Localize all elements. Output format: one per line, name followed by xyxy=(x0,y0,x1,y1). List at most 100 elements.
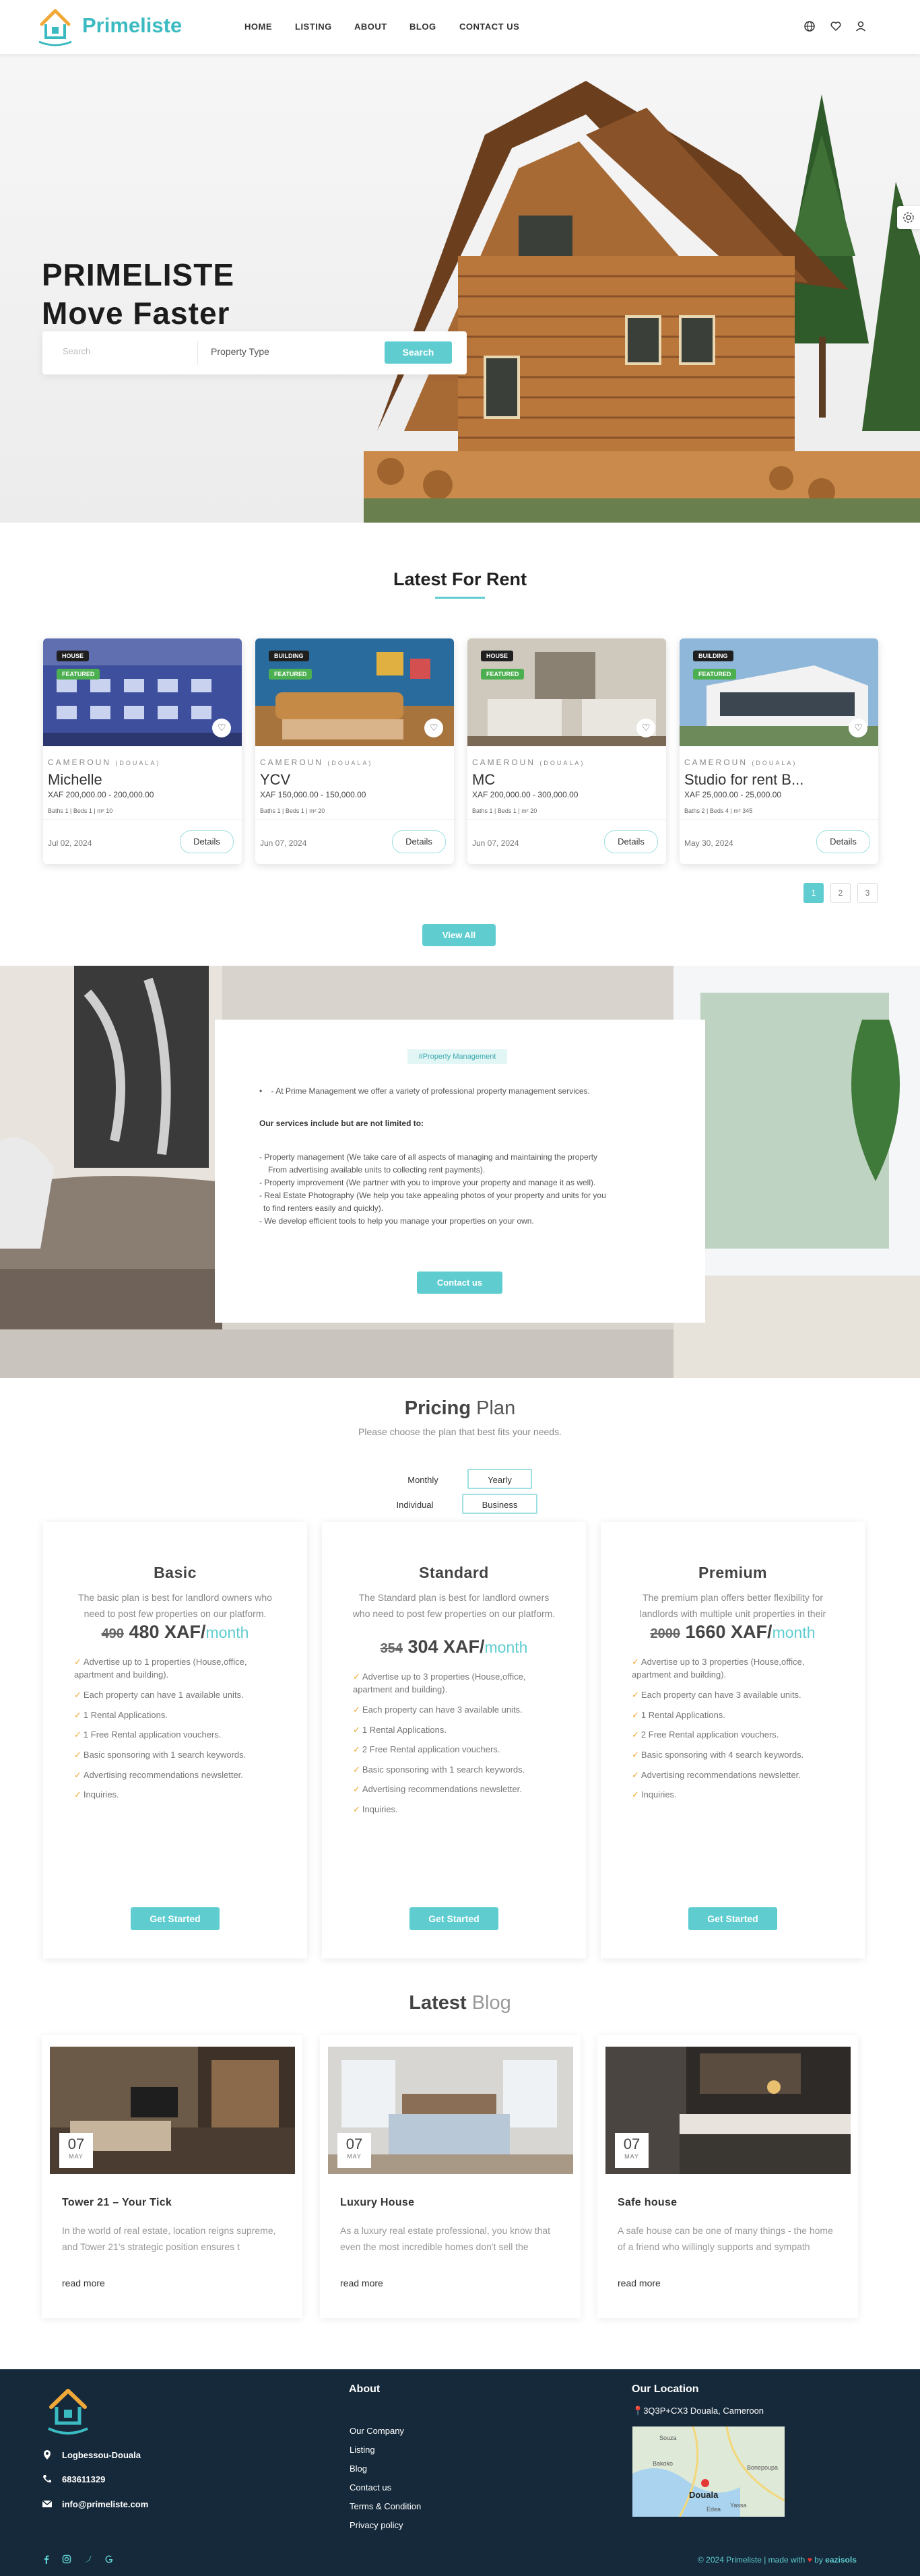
plan-feature: ✓ Advertising recommendations newsletter. xyxy=(74,1770,243,1780)
favorite-button[interactable]: ♡ xyxy=(636,719,655,737)
page-button-2[interactable]: 2 xyxy=(830,883,851,903)
search-input[interactable]: Search xyxy=(63,346,90,356)
toggle-yearly[interactable]: Yearly xyxy=(467,1469,532,1489)
plan-feature: ✓ Advertise up to 1 properties (House,off… xyxy=(74,1657,247,1680)
card-name[interactable]: YCV xyxy=(260,771,381,789)
details-button[interactable]: Details xyxy=(816,830,870,853)
location-map[interactable]: Douala Bakoko Bonepoupa Edea Souza Yassa xyxy=(632,2426,785,2517)
get-started-button[interactable]: Get Started xyxy=(688,1907,777,1930)
nav-contact[interactable]: CONTACT US xyxy=(459,22,519,32)
type-badge: BUILDING xyxy=(693,651,733,661)
card-meta: Baths 1 | Beds 1 | m² 10 xyxy=(48,807,113,814)
check-icon: ✓ xyxy=(632,1789,639,1799)
footer-link[interactable]: Listing xyxy=(350,2445,375,2455)
settings-button[interactable] xyxy=(897,206,920,229)
instagram-icon[interactable] xyxy=(62,2554,71,2564)
card-name[interactable]: Michelle xyxy=(48,771,169,789)
card-divider xyxy=(467,819,666,820)
contact-us-button[interactable]: Contact us xyxy=(417,1272,502,1294)
plan-name: Standard xyxy=(419,1564,489,1581)
check-icon: ✓ xyxy=(74,1710,81,1720)
pm-tag: #Property Management xyxy=(407,1049,507,1064)
card-divider xyxy=(680,819,878,820)
brand-name[interactable]: Primeliste xyxy=(82,13,182,38)
card-location: CAMEROUN (DOUALA) xyxy=(48,758,161,767)
heart-icon[interactable] xyxy=(830,20,842,32)
heart-icon: ♡ xyxy=(642,722,651,733)
blog-post-card[interactable]: 07 MAY Luxury House As a luxury real esta… xyxy=(320,2035,581,2318)
blog-post-card[interactable]: 07 MAY Tower 21 – Your Tick In the world … xyxy=(42,2035,302,2318)
nav-blog[interactable]: BLOG xyxy=(409,22,436,32)
card-name[interactable]: MC xyxy=(472,771,593,789)
details-button[interactable]: Details xyxy=(392,830,446,853)
toggle-individual[interactable]: Individual xyxy=(389,1495,440,1515)
featured-badge: FEATURED xyxy=(57,669,100,680)
card-name[interactable]: Studio for rent B... xyxy=(684,771,806,789)
facebook-icon[interactable] xyxy=(42,2554,51,2564)
property-card[interactable]: BUILDING FEATURED ♡ CAMEROUN (DOUALA) St… xyxy=(680,638,878,864)
google-icon[interactable] xyxy=(104,2554,114,2564)
plan-card-standard: Standard The Standard plan is best for l… xyxy=(322,1522,586,1958)
card-meta: Baths 1 | Beds 1 | m² 20 xyxy=(472,807,537,814)
search-button[interactable]: Search xyxy=(385,341,452,364)
logo-house-icon[interactable] xyxy=(34,4,77,48)
toggle-monthly[interactable]: Monthly xyxy=(397,1470,449,1490)
blog-post-card[interactable]: 07 MAY Safe house A safe house can be one… xyxy=(597,2035,858,2318)
plan-price: 354 304 XAF/month xyxy=(380,1637,528,1657)
details-button[interactable]: Details xyxy=(180,830,234,853)
pm-heading: Our services include but are not limited… xyxy=(259,1119,424,1128)
search-bar: Search Property Type ⌄ Search xyxy=(42,331,467,374)
read-more-link[interactable]: read more xyxy=(340,2278,383,2288)
check-icon: ✓ xyxy=(74,1770,81,1780)
page-button-3[interactable]: 3 xyxy=(857,883,878,903)
nav-about[interactable]: ABOUT xyxy=(354,22,387,32)
post-title[interactable]: Luxury House xyxy=(340,2197,414,2209)
post-excerpt: As a luxury real estate professional, yo… xyxy=(340,2225,551,2252)
details-button[interactable]: Details xyxy=(604,830,658,853)
footer-link[interactable]: Blog xyxy=(350,2464,367,2474)
footer-link[interactable]: Contact us xyxy=(350,2482,391,2492)
get-started-button[interactable]: Get Started xyxy=(409,1907,498,1930)
view-all-button[interactable]: View All xyxy=(422,924,496,946)
pm-line: - We develop efficient tools to help you… xyxy=(259,1216,534,1226)
read-more-link[interactable]: read more xyxy=(618,2278,661,2288)
twitter-icon[interactable] xyxy=(83,2554,92,2564)
card-location: CAMEROUN (DOUALA) xyxy=(472,758,585,767)
footer-phone[interactable]: 683611329 xyxy=(62,2474,105,2484)
plan-feature: ✓ 2 Free Rental application vouchers. xyxy=(353,1744,500,1754)
page-button-1[interactable]: 1 xyxy=(803,883,824,903)
toggle-business[interactable]: Business xyxy=(462,1494,537,1514)
footer-location-title: Our Location xyxy=(632,2383,699,2395)
get-started-button[interactable]: Get Started xyxy=(131,1907,220,1930)
heart-icon: ♥ xyxy=(807,2555,812,2565)
author-link[interactable]: eazisols xyxy=(825,2555,857,2565)
property-card[interactable]: BUILDING FEATURED ♡ CAMEROUN (DOUALA) YC… xyxy=(255,638,454,864)
user-icon[interactable] xyxy=(855,20,867,32)
footer-link[interactable]: Terms & Condition xyxy=(350,2501,421,2511)
footer-address: Logbessou-Douala xyxy=(62,2450,141,2460)
pm-line: to find renters easily and quickly). xyxy=(263,1203,384,1213)
footer-email[interactable]: info@primeliste.com xyxy=(62,2499,148,2509)
property-card[interactable]: HOUSE FEATURED ♡ CAMEROUN (DOUALA) Miche… xyxy=(43,638,242,864)
favorite-button[interactable]: ♡ xyxy=(424,719,443,737)
footer-logo-icon[interactable] xyxy=(42,2383,94,2439)
nav-listing[interactable]: LISTING xyxy=(295,22,332,32)
read-more-link[interactable]: read more xyxy=(62,2278,105,2288)
favorite-button[interactable]: ♡ xyxy=(212,719,231,737)
check-icon: ✓ xyxy=(353,1672,360,1682)
post-title[interactable]: Tower 21 – Your Tick xyxy=(62,2197,172,2209)
type-badge: BUILDING xyxy=(269,651,309,661)
pm-line: - Property management (We take care of a… xyxy=(259,1152,598,1162)
email-icon xyxy=(42,2500,53,2507)
footer-link[interactable]: Privacy policy xyxy=(350,2520,403,2530)
property-card[interactable]: HOUSE FEATURED ♡ CAMEROUN (DOUALA) MC XA… xyxy=(467,638,666,864)
footer-link[interactable]: Our Company xyxy=(350,2426,404,2436)
nav-home[interactable]: HOME xyxy=(244,22,272,32)
property-type-label: Property Type xyxy=(211,346,269,357)
favorite-button[interactable]: ♡ xyxy=(849,719,867,737)
check-icon: ✓ xyxy=(632,1770,639,1780)
property-type-select[interactable]: Property Type ⌄ xyxy=(211,345,409,357)
globe-icon[interactable] xyxy=(803,20,816,32)
hero-title-line2: Move Faster xyxy=(42,296,230,331)
post-title[interactable]: Safe house xyxy=(618,2197,677,2209)
